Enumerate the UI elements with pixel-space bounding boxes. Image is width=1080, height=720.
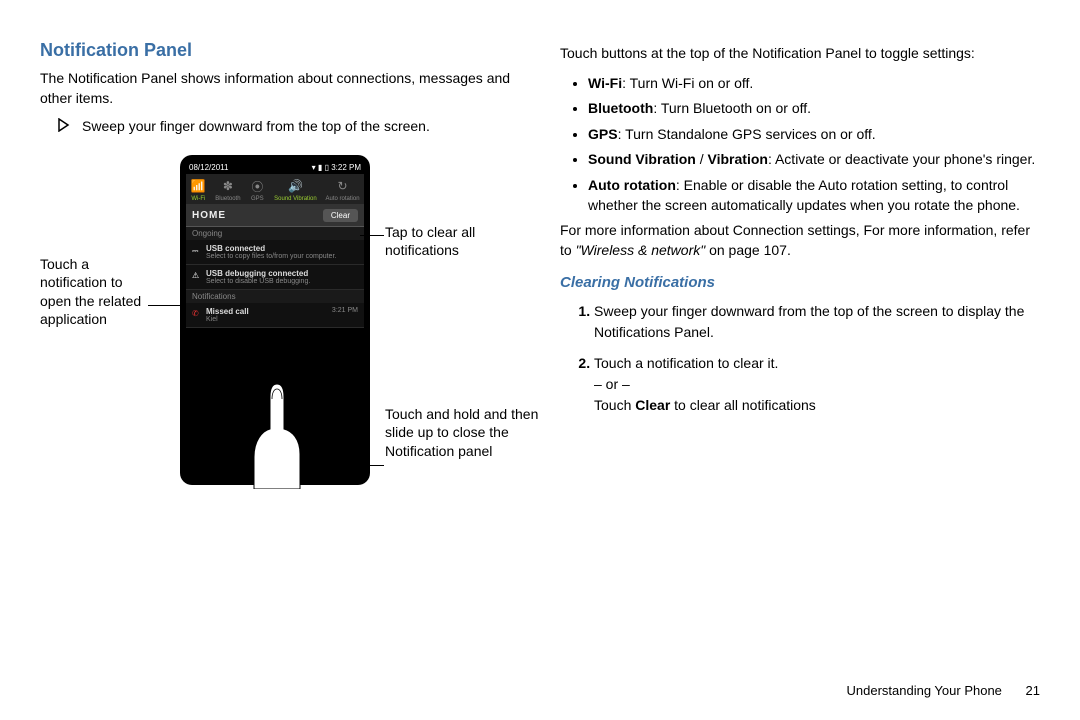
setting-gps: GPS: Turn Standalone GPS services on or … [588,125,1040,145]
setting-auto-rotation: Auto rotation: Enable or disable the Aut… [588,176,1040,215]
toggle-intro: Touch buttons at the top of the Notifica… [560,44,1040,64]
callout-close-panel: Touch and hold and then slide up to clos… [385,405,545,460]
status-date: 08/12/2011 [189,163,228,172]
missed-call-icon: ✆ [192,309,200,317]
left-column: Notification Panel The Notification Pane… [40,40,520,535]
battery-icon: ▯ [325,163,329,172]
clearing-step-1: Sweep your finger downward from the top … [594,301,1040,343]
home-label: HOME [192,210,226,221]
signal-icon: ▮ [318,163,322,172]
callout-line [148,305,182,306]
rotate-icon: ↻ [335,178,351,194]
callout-line [360,235,384,236]
section-heading: Notification Panel [40,40,520,61]
usb-icon: ⎓ [192,246,200,254]
hand-thumb-icon [242,379,312,489]
setting-bluetooth: Bluetooth: Turn Bluetooth on or off. [588,99,1040,119]
more-info-text: For more information about Connection se… [560,221,1040,260]
callout-clear-all: Tap to clear all notifications [385,223,525,259]
right-column: Touch buttons at the top of the Notifica… [560,40,1040,535]
status-right: ▾ ▮ ▯ 3:22 PM [312,163,361,172]
panel-header-row: HOME Clear [186,205,364,227]
notification-missed-call[interactable]: ✆ Missed call Kiel 3:21 PM [186,303,364,328]
section-ongoing-label: Ongoing [186,227,364,240]
toggle-bluetooth[interactable]: ✽ Bluetooth [215,178,240,202]
clearing-steps: Sweep your finger downward from the top … [560,301,1040,416]
bluetooth-icon: ✽ [220,178,236,194]
status-bar: 08/12/2011 ▾ ▮ ▯ 3:22 PM [186,161,364,174]
setting-wifi: Wi-Fi: Turn Wi-Fi on or off. [588,74,1040,94]
page-footer: Understanding Your Phone 21 [847,683,1041,698]
triangle-arrow-icon [58,118,74,135]
phone-figure: 08/12/2011 ▾ ▮ ▯ 3:22 PM 📶 Wi-Fi ✽ [40,155,520,535]
step-sweep-text: Sweep your finger downward from the top … [82,118,430,134]
footer-title: Understanding Your Phone [847,683,1002,698]
clear-button[interactable]: Clear [323,209,358,222]
notification-time: 3:21 PM [332,307,358,314]
notification-usb-connected[interactable]: ⎓ USB connected Select to copy files to/… [186,240,364,265]
setting-sound-vibration: Sound Vibration / Vibration: Activate or… [588,150,1040,170]
settings-list: Wi-Fi: Turn Wi-Fi on or off. Bluetooth: … [560,74,1040,216]
debug-icon: ⚠ [192,271,200,279]
callout-open-notification: Touch a notification to open the related… [40,255,150,328]
toggle-gps[interactable]: ⦿ GPS [249,178,265,202]
phone-screenshot: 08/12/2011 ▾ ▮ ▯ 3:22 PM 📶 Wi-Fi ✽ [180,155,370,485]
toggle-auto-rotation[interactable]: ↻ Auto rotation [326,178,360,202]
status-time: 3:22 PM [331,163,361,172]
wifi-icon: ▾ [312,163,316,172]
quick-toggle-row: 📶 Wi-Fi ✽ Bluetooth ⦿ GPS 🔊 Sound Vibrat… [186,174,364,205]
intro-text: The Notification Panel shows information… [40,69,520,108]
callout-line [310,465,384,466]
section-notifications-label: Notifications [186,290,364,303]
gps-icon: ⦿ [249,178,265,194]
page-number: 21 [1026,683,1040,698]
wifi-icon: 📶 [190,178,206,194]
step-sweep: Sweep your finger downward from the top … [58,118,520,135]
sound-icon: 🔊 [287,178,303,194]
clearing-heading: Clearing Notifications [560,274,1040,291]
clearing-step-2: Touch a notification to clear it. – or –… [594,353,1040,416]
toggle-sound[interactable]: 🔊 Sound Vibration [274,178,317,202]
toggle-wifi[interactable]: 📶 Wi-Fi [190,178,206,202]
notification-usb-debugging[interactable]: ⚠ USB debugging connected Select to disa… [186,265,364,290]
